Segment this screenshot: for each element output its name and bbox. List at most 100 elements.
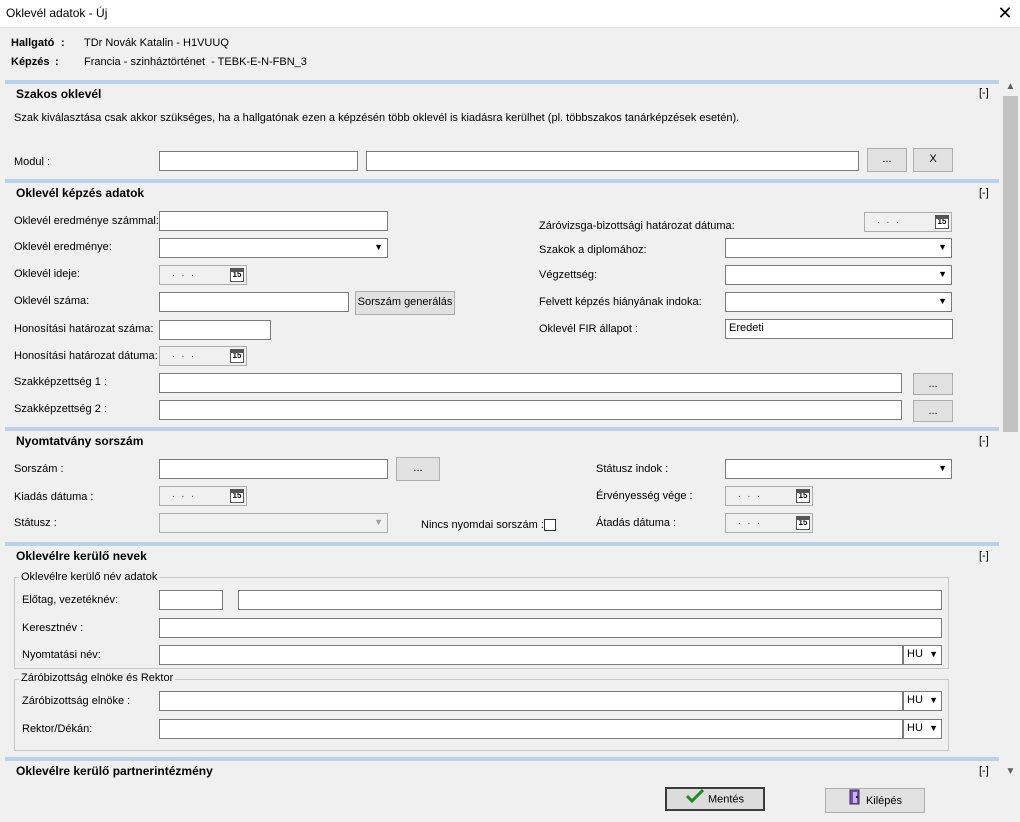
chevron-down-icon: ▼ (938, 463, 947, 473)
checkmark-icon (685, 788, 705, 810)
szama-label: Oklevél száma: (14, 295, 90, 307)
collapse-kepzes-button[interactable]: [-] (979, 187, 989, 199)
committee-groupbox (14, 679, 949, 751)
kiadas-date-input[interactable]: . . . 15 (159, 486, 247, 506)
ideje-date-input[interactable]: . . . 15 (159, 265, 247, 285)
training-label: Képzés (11, 56, 50, 68)
szakkepzettseg2-browse-button[interactable]: ... (913, 400, 953, 422)
vegzettseg-label: Végzettség: (539, 269, 598, 281)
nincs-label: Nincs nyomdai sorszám : (421, 519, 544, 531)
elnok-lang-select[interactable]: HU ▼ (903, 691, 942, 711)
calendar-icon[interactable]: 15 (230, 268, 244, 282)
nyomtatasi-label: Nyomtatási név: (22, 649, 101, 661)
title-bar: Oklevél adatok - Új ✕ (0, 0, 1020, 28)
vegzettseg-select[interactable]: ▼ (725, 265, 952, 285)
scroll-down-icon[interactable]: ▼ (1001, 763, 1020, 780)
kiadas-label: Kiadás dátuma : (14, 491, 94, 503)
lang-value: HU (907, 648, 923, 660)
sorszam-input[interactable] (159, 459, 388, 479)
section-title-nyomtatvany: Nyomtatvány sorszám (16, 434, 144, 448)
felvett-select[interactable]: ▼ (725, 292, 952, 312)
szakkepzettseg2-input[interactable] (159, 400, 902, 420)
keresztnev-input[interactable] (159, 618, 942, 638)
close-icon[interactable]: ✕ (994, 2, 1016, 24)
training-value: Francia - szinháztörténet - TEBK-E-N-FBN… (84, 56, 307, 68)
elnok-label: Záróbizottság elnöke : (22, 695, 131, 707)
statusz-indok-label: Státusz indok : (596, 463, 669, 475)
nyomtatasi-lang-select[interactable]: HU ▼ (903, 645, 942, 665)
fir-input[interactable]: Eredeti (725, 319, 953, 339)
student-colon: : (61, 37, 65, 49)
szakok-label: Szakok a diplomához: (539, 244, 647, 256)
ervenyesseg-date-input[interactable]: . . . 15 (725, 486, 813, 506)
zarovizsga-date-input[interactable]: . . . 15 (864, 212, 952, 232)
eredmeny-szam-input[interactable] (159, 211, 388, 231)
honositas-date-input[interactable]: . . . 15 (159, 346, 247, 366)
save-button[interactable]: Mentés (665, 787, 765, 811)
honositas-szam-input[interactable] (159, 320, 271, 340)
eredmeny-label: Oklevél eredménye: (14, 241, 112, 253)
name-data-group-title: Oklevélre kerülő név adatok (19, 571, 160, 583)
window-title: Oklevél adatok - Új (6, 6, 108, 20)
zarovizsga-label: Záróvizsga-bizottsági határozat dátuma: (539, 220, 735, 232)
modul-code-input[interactable] (159, 151, 358, 171)
vezeteknev-input[interactable] (238, 590, 942, 610)
section-divider (5, 80, 999, 84)
chevron-down-icon: ▼ (929, 723, 938, 733)
elotag-input[interactable] (159, 590, 223, 610)
footer-bar: Mentés Kilépés (0, 780, 1020, 822)
calendar-icon[interactable]: 15 (230, 349, 244, 363)
committee-group-title: Záróbizottság elnöke és Rektor (19, 672, 176, 684)
elnok-input[interactable] (159, 691, 903, 711)
calendar-icon[interactable]: 15 (935, 215, 949, 229)
statusz-select[interactable]: ▼ (159, 513, 388, 533)
section-title-szakos: Szakos oklevél (16, 87, 102, 101)
sorszam-label: Sorszám : (14, 463, 64, 475)
rektor-lang-select[interactable]: HU ▼ (903, 719, 942, 739)
save-label: Mentés (707, 793, 745, 806)
nincs-checkbox[interactable] (544, 519, 556, 531)
chevron-down-icon: ▼ (929, 649, 938, 659)
section-title-partner: Oklevélre kerülő partnerintézmény (16, 764, 213, 778)
student-value: TDr Novák Katalin - H1VUUQ (84, 37, 229, 49)
chevron-down-icon: ▼ (938, 269, 947, 279)
modul-name-input[interactable] (366, 151, 859, 171)
szakkepzettseg1-browse-button[interactable]: ... (913, 373, 953, 395)
modul-clear-button[interactable]: X (913, 148, 953, 172)
atadas-label: Átadás dátuma : (596, 517, 677, 529)
calendar-icon[interactable]: 15 (796, 516, 810, 530)
statusz-indok-select[interactable]: ▼ (725, 459, 952, 479)
scrollbar-thumb[interactable] (1003, 96, 1018, 432)
rektor-input[interactable] (159, 719, 903, 739)
lang-value: HU (907, 694, 923, 706)
collapse-szakos-button[interactable]: [-] (979, 87, 989, 99)
ideje-label: Oklevél ideje: (14, 268, 81, 280)
section-divider (5, 427, 999, 431)
keresztnev-label: Keresztnév : (22, 622, 84, 634)
chevron-down-icon: ▼ (938, 242, 947, 252)
student-label: Hallgató (11, 37, 55, 49)
nyomtatasi-input[interactable] (159, 645, 903, 665)
szakkepzettseg1-input[interactable] (159, 373, 902, 393)
modul-browse-button[interactable]: ... (867, 148, 907, 172)
scroll-up-icon[interactable]: ▲ (1001, 78, 1020, 95)
szama-input[interactable] (159, 292, 349, 312)
szakok-select[interactable]: ▼ (725, 238, 952, 258)
vertical-scrollbar[interactable]: ▲ ▼ (1001, 78, 1020, 780)
atadas-date-input[interactable]: . . . 15 (725, 513, 813, 533)
collapse-partner-button[interactable]: [-] (979, 765, 989, 777)
exit-button[interactable]: Kilépés (825, 788, 925, 813)
sorszam-browse-button[interactable]: ... (396, 457, 440, 481)
fir-label: Oklevél FIR állapot : (539, 323, 639, 335)
felvett-label: Felvett képzés hiányának indoka: (539, 296, 702, 308)
section-divider (5, 179, 999, 183)
section-divider (5, 542, 999, 546)
collapse-nevek-button[interactable]: [-] (979, 550, 989, 562)
calendar-icon[interactable]: 15 (230, 489, 244, 503)
calendar-icon[interactable]: 15 (796, 489, 810, 503)
chevron-down-icon: ▼ (374, 517, 383, 527)
eredmeny-select[interactable]: ▼ (159, 238, 388, 258)
generate-number-button[interactable]: Sorszám generálás (355, 291, 455, 315)
collapse-nyomtatvany-button[interactable]: [-] (979, 435, 989, 447)
honositas-datum-label: Honosítási határozat dátuma: (14, 350, 158, 362)
